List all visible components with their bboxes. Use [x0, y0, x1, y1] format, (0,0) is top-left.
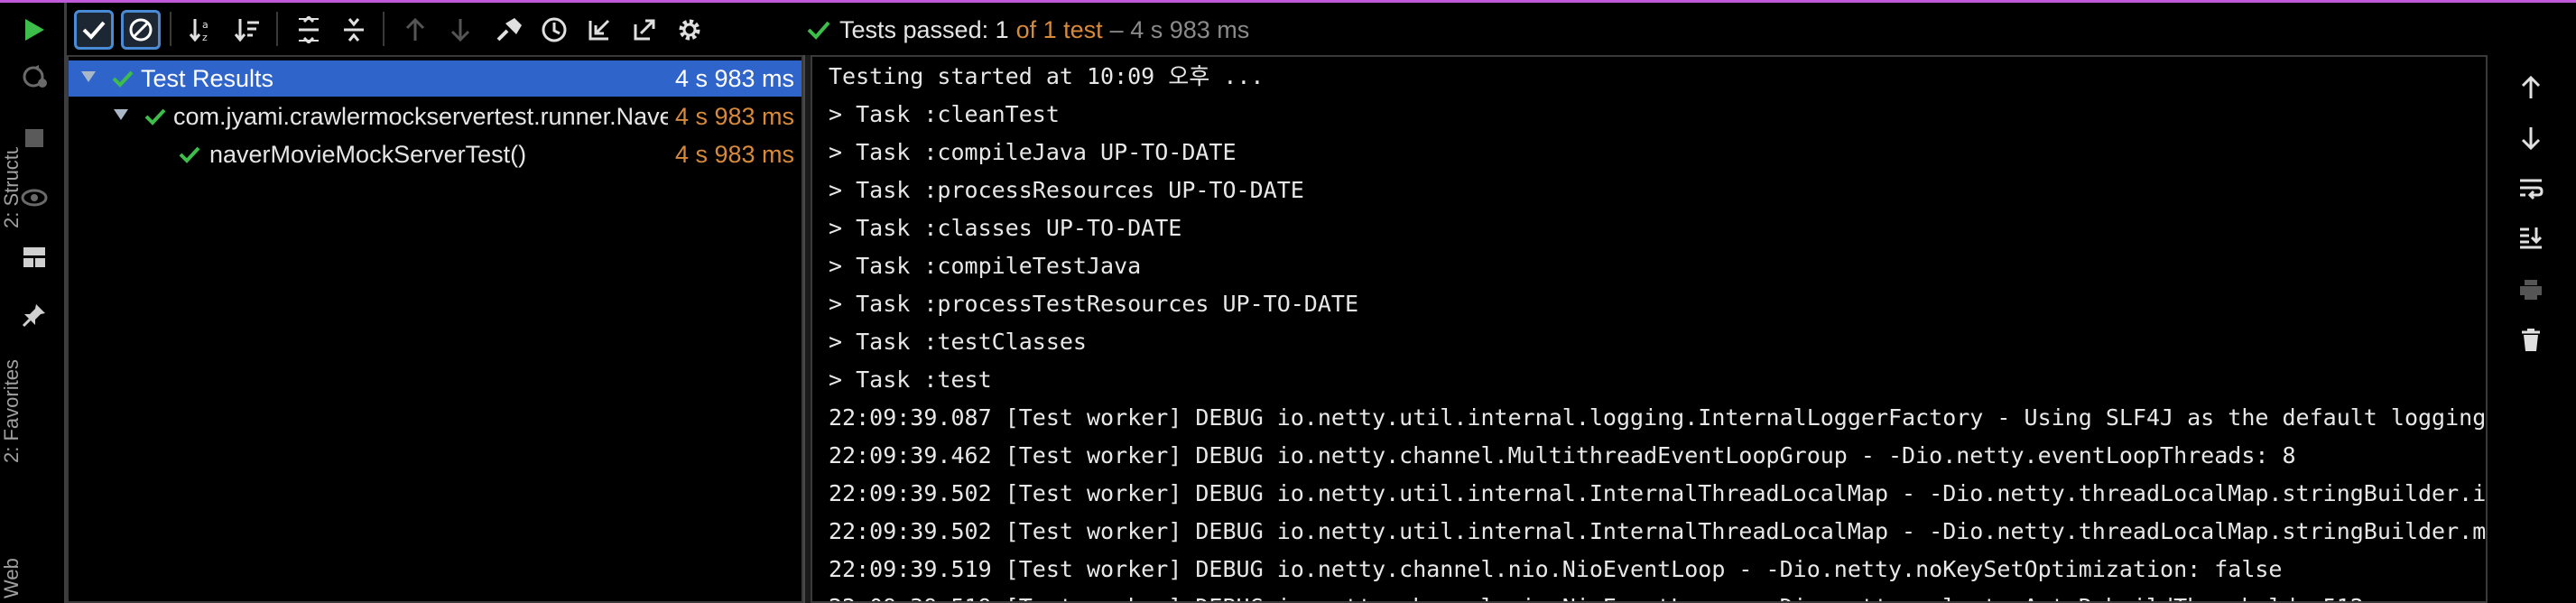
arrow-down-icon	[2521, 127, 2541, 151]
clear-all-button[interactable]	[2511, 320, 2551, 360]
rerun-icon	[496, 18, 522, 42]
status-passed-text: Tests passed: 1	[839, 15, 1009, 43]
tree-row-label: Test Results	[141, 64, 274, 92]
toolbar-separator	[383, 12, 385, 46]
console-line: > Task :compileJava UP-TO-DATE	[829, 139, 1237, 165]
svg-text:z: z	[202, 32, 208, 42]
gear-icon	[679, 19, 700, 41]
settings-button[interactable]	[670, 10, 709, 50]
layout-icon[interactable]	[16, 239, 52, 275]
trash-icon	[2522, 329, 2540, 351]
expand-all-button[interactable]	[289, 10, 329, 50]
panel-splitter[interactable]	[803, 55, 811, 603]
next-failed-button[interactable]	[440, 10, 480, 50]
check-icon	[807, 21, 830, 40]
sort-duration-icon	[234, 19, 259, 42]
arrow-down-icon	[450, 19, 470, 42]
scroll-to-end-icon	[2520, 227, 2543, 249]
tree-row-test-class[interactable]: com.jyami.crawlermockservertest.runner.N…	[69, 98, 802, 135]
tree-row-label: naverMovieMockServerTest()	[209, 140, 527, 168]
scroll-up-button[interactable]	[2511, 68, 2551, 107]
left-tool-strip: 2: Structure 2: Favorites Web	[0, 3, 67, 603]
sort-alpha-icon: az	[189, 19, 208, 42]
side-label-favorites[interactable]: 2: Favorites	[0, 328, 23, 463]
test-results-tree: Test Results 4 s 983 ms com.jyami.crawle…	[67, 55, 803, 603]
prev-failed-button[interactable]	[395, 10, 435, 50]
expand-arrow-icon[interactable]	[114, 109, 128, 120]
no-entry-icon	[129, 18, 153, 42]
console-line: 22:09:39.519 [Test worker] DEBUG io.nett…	[829, 556, 2283, 582]
console-line: 22:09:39.462 [Test worker] DEBUG io.nett…	[829, 442, 2296, 468]
console-line: 22:09:39.502 [Test worker] DEBUG io.nett…	[829, 518, 2488, 544]
check-icon	[112, 70, 134, 88]
check-icon	[179, 146, 200, 163]
arrow-up-icon	[405, 17, 425, 41]
printer-icon	[2520, 280, 2542, 300]
soft-wrap-icon	[2520, 179, 2544, 200]
arrow-up-icon	[2521, 75, 2541, 98]
tree-row-test-method[interactable]: naverMovieMockServerTest() 4 s 983 ms	[69, 136, 802, 172]
soft-wrap-button[interactable]	[2511, 169, 2551, 209]
collapse-all-button[interactable]	[334, 10, 374, 50]
export-button[interactable]	[625, 10, 664, 50]
console-side-toolbar	[2488, 55, 2576, 603]
svg-text:a: a	[202, 19, 208, 31]
show-passed-button[interactable]	[74, 10, 114, 50]
sort-alpha-button[interactable]: az	[182, 10, 222, 50]
console-line: > Task :processTestResources UP-TO-DATE	[829, 291, 1358, 317]
history-button[interactable]	[534, 10, 574, 50]
console-line: > Task :processResources UP-TO-DATE	[829, 177, 1304, 203]
tree-row-duration: 4 s 983 ms	[674, 64, 794, 92]
console-line: Testing started at 10:09 오후 ...	[829, 63, 1265, 89]
scroll-to-end-button[interactable]	[2511, 218, 2551, 257]
tree-row-test-results[interactable]: Test Results 4 s 983 ms	[69, 60, 802, 97]
status-duration-text: – 4 s 983 ms	[1109, 15, 1250, 43]
tree-row-label: com.jyami.crawlermockservertest.runner.N…	[173, 102, 668, 130]
eye-icon[interactable]	[16, 180, 52, 216]
test-runner-toolbar: az Tests passed: 1 of 1 test – 4 s 983 m…	[67, 3, 2576, 55]
history-icon	[542, 17, 567, 42]
console-line: > Task :cleanTest	[829, 101, 1060, 127]
tree-row-duration: 4 s 983 ms	[674, 140, 794, 168]
collapse-all-icon	[344, 18, 364, 42]
console-line: > Task :classes UP-TO-DATE	[829, 215, 1182, 241]
import-button[interactable]	[579, 10, 619, 50]
check-icon	[82, 21, 106, 40]
check-icon	[144, 108, 166, 125]
console-line: > Task :test	[829, 366, 992, 393]
status-count-text: of 1 test	[1015, 15, 1103, 43]
console-line: > Task :testClasses	[829, 329, 1087, 355]
print-button[interactable]	[2511, 270, 2551, 310]
run-icon[interactable]	[16, 12, 52, 48]
console-line: 22:09:39.519 [Test worker] DEBUG io.nett…	[829, 589, 2364, 601]
console-line: 22:09:39.087 [Test worker] DEBUG io.nett…	[829, 404, 2488, 431]
console-output[interactable]: Testing started at 10:09 오후 ... > Task :…	[811, 55, 2488, 603]
scroll-down-button[interactable]	[2511, 118, 2551, 158]
expand-arrow-icon[interactable]	[81, 71, 96, 82]
rerun-button[interactable]	[489, 10, 529, 50]
rerun-failed-icon[interactable]	[16, 59, 52, 95]
import-icon	[588, 19, 610, 41]
tree-row-duration: 4 s 983 ms	[674, 102, 794, 130]
console-line: 22:09:39.502 [Test worker] DEBUG io.nett…	[829, 480, 2488, 506]
side-label-web[interactable]: Web	[0, 508, 23, 598]
test-status: Tests passed: 1 of 1 test – 4 s 983 ms	[807, 14, 1249, 46]
sort-duration-button[interactable]	[227, 10, 267, 50]
toolbar-separator	[276, 12, 278, 46]
show-ignored-button[interactable]	[121, 10, 161, 50]
expand-all-icon	[299, 16, 319, 43]
toolbar-separator	[170, 12, 171, 46]
console-line: > Task :compileTestJava	[829, 253, 1142, 279]
export-icon	[634, 19, 655, 41]
